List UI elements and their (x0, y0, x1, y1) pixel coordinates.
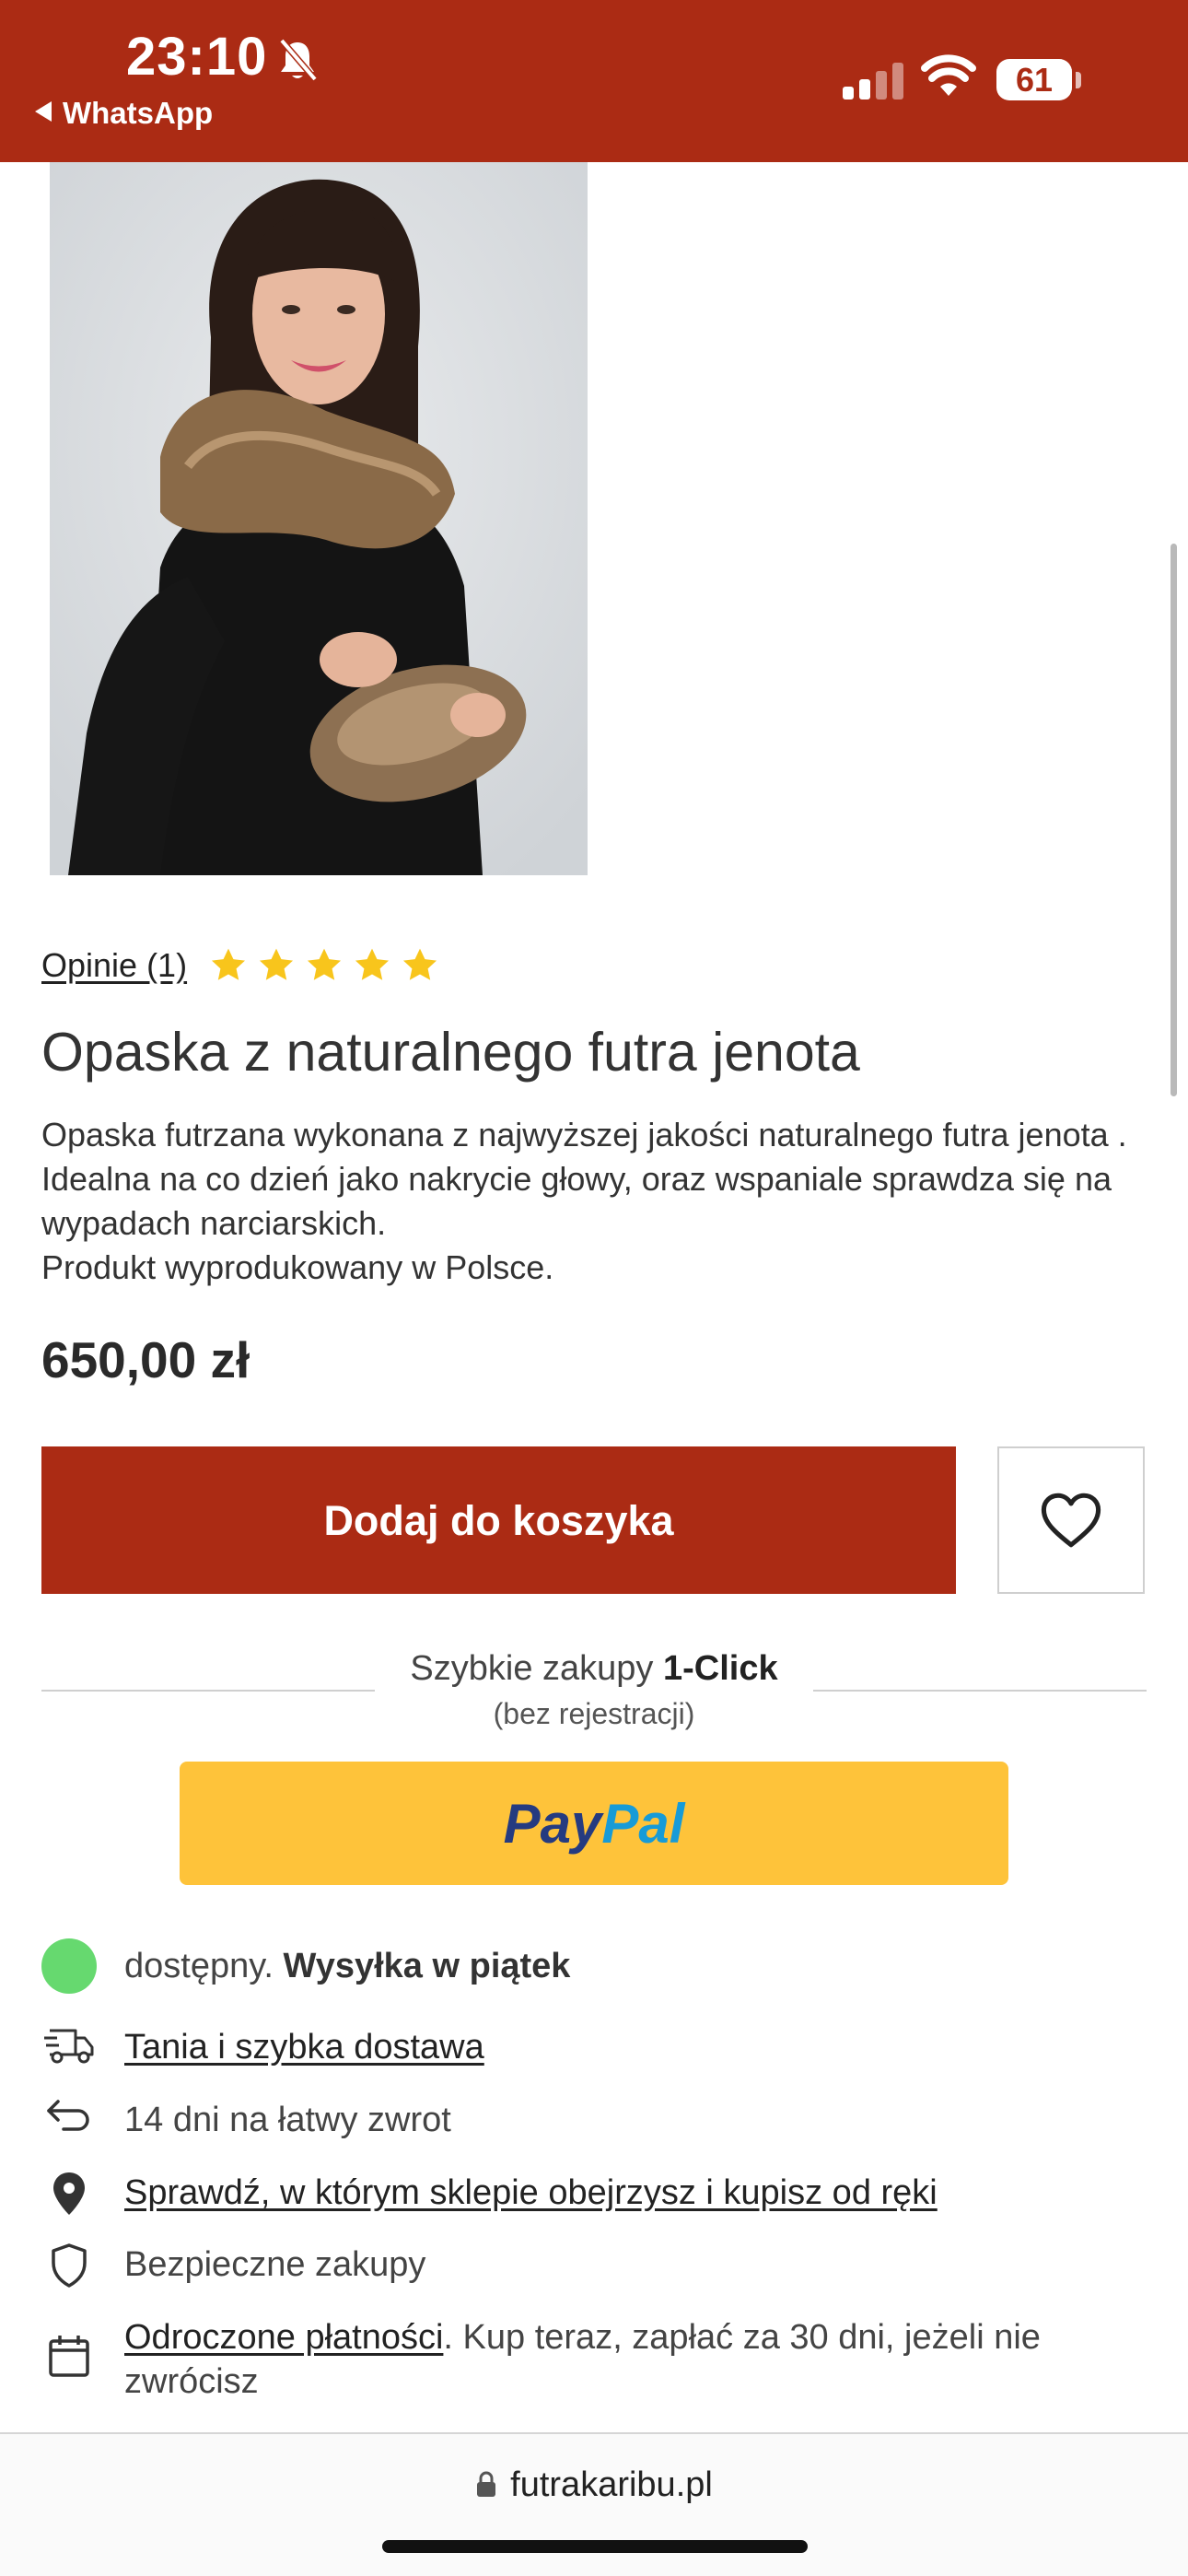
heart-icon (1041, 1493, 1101, 1548)
available-dot (41, 1938, 97, 1994)
store-row: Sprawdź, w którym sklepie obejrzysz i ku… (41, 2171, 1147, 2217)
shield-icon (41, 2242, 97, 2289)
page-scrollbar[interactable] (1171, 544, 1177, 1096)
status-bar: 23:10 WhatsApp 61 (0, 0, 1188, 162)
availability-text: dostępny. Wysyłka w piątek (124, 1944, 570, 1988)
description-line: Produkt wyprodukowany w Polsce. (41, 1248, 554, 1286)
wifi-icon (921, 54, 976, 96)
description-line: Opaska futrzana wykonana z najwyższej ja… (41, 1116, 1127, 1242)
browser-bottom-bar (0, 2434, 1188, 2576)
location-pin-icon (41, 2171, 97, 2217)
quick-buy-subtitle: (bez rejestracji) (493, 1697, 695, 1730)
home-indicator[interactable] (382, 2540, 808, 2553)
store-link[interactable]: Sprawdź, w którym sklepie obejrzysz i ku… (124, 2173, 938, 2212)
battery-indicator: 61 (996, 59, 1072, 100)
divider-right (813, 1690, 1147, 1692)
product-image[interactable] (50, 162, 588, 875)
wishlist-button[interactable] (997, 1446, 1145, 1594)
star-icon (308, 948, 342, 980)
reviews-link[interactable]: Opinie (1) (41, 946, 187, 985)
product-title: Opaska z naturalnego futra jenota (41, 1022, 860, 1083)
returns-text: 14 dni na łatwy zwrot (124, 2101, 451, 2139)
secure-row: Bezpieczne zakupy (41, 2242, 1147, 2289)
returns-row: 14 dni na łatwy zwrot (41, 2098, 1147, 2142)
shipping-label: Wysyłka w piątek (273, 1947, 571, 1985)
product-price: 650,00 zł (41, 1331, 250, 1388)
quick-buy-prefix: Szybkie zakupy (410, 1649, 663, 1688)
url-text: futrakaribu.pl (510, 2465, 713, 2504)
deferred-payment-link[interactable]: Odroczone płatności (124, 2318, 443, 2357)
delivery-link[interactable]: Tania i szybka dostawa (124, 2028, 484, 2067)
reviews-row: Opinie (1) (41, 940, 439, 991)
star-icon (212, 948, 246, 980)
return-arrow-icon (41, 2098, 97, 2135)
cellular-signal-icon (843, 63, 903, 100)
paypal-logo-pal: Pal (601, 1792, 685, 1855)
star-icon (355, 948, 390, 980)
divider-left (41, 1690, 375, 1692)
calendar-icon (41, 2315, 97, 2378)
delivery-row: Tania i szybka dostawa (41, 2025, 1147, 2069)
paypal-button[interactable]: Pay Pal (180, 1762, 1008, 1885)
bell-muted-icon (279, 38, 318, 82)
product-description: Opaska futrzana wykonana z najwyższej ja… (41, 1113, 1147, 1290)
quick-buy-title: Szybkie zakupy 1-Click (0, 1649, 1188, 1689)
truck-icon (41, 2025, 97, 2066)
address-bar[interactable]: futrakaribu.pl (0, 2465, 1188, 2505)
star-icon (403, 948, 437, 980)
deferred-payment-row: Odroczone płatności. Kup teraz, zapłać z… (41, 2315, 1147, 2404)
lock-icon (477, 2471, 496, 2497)
availability-status-icon (41, 1938, 97, 1994)
availability-row: dostępny. Wysyłka w piątek (41, 1938, 1147, 1994)
paypal-logo-pay: Pay (503, 1792, 602, 1855)
back-to-app-link[interactable]: WhatsApp (35, 96, 213, 131)
add-to-cart-button[interactable]: Dodaj do koszyka (41, 1446, 956, 1594)
back-arrow-icon (35, 101, 52, 122)
quick-buy-strong: 1-Click (662, 1649, 778, 1688)
availability-label: dostępny. (124, 1947, 274, 1985)
back-app-label: WhatsApp (63, 96, 214, 130)
star-icon (260, 948, 294, 980)
battery-tip (1076, 72, 1081, 88)
rating-stars (209, 946, 439, 985)
battery-level: 61 (1015, 61, 1054, 99)
status-time: 23:10 (126, 27, 268, 87)
secure-text: Bezpieczne zakupy (124, 2245, 426, 2284)
